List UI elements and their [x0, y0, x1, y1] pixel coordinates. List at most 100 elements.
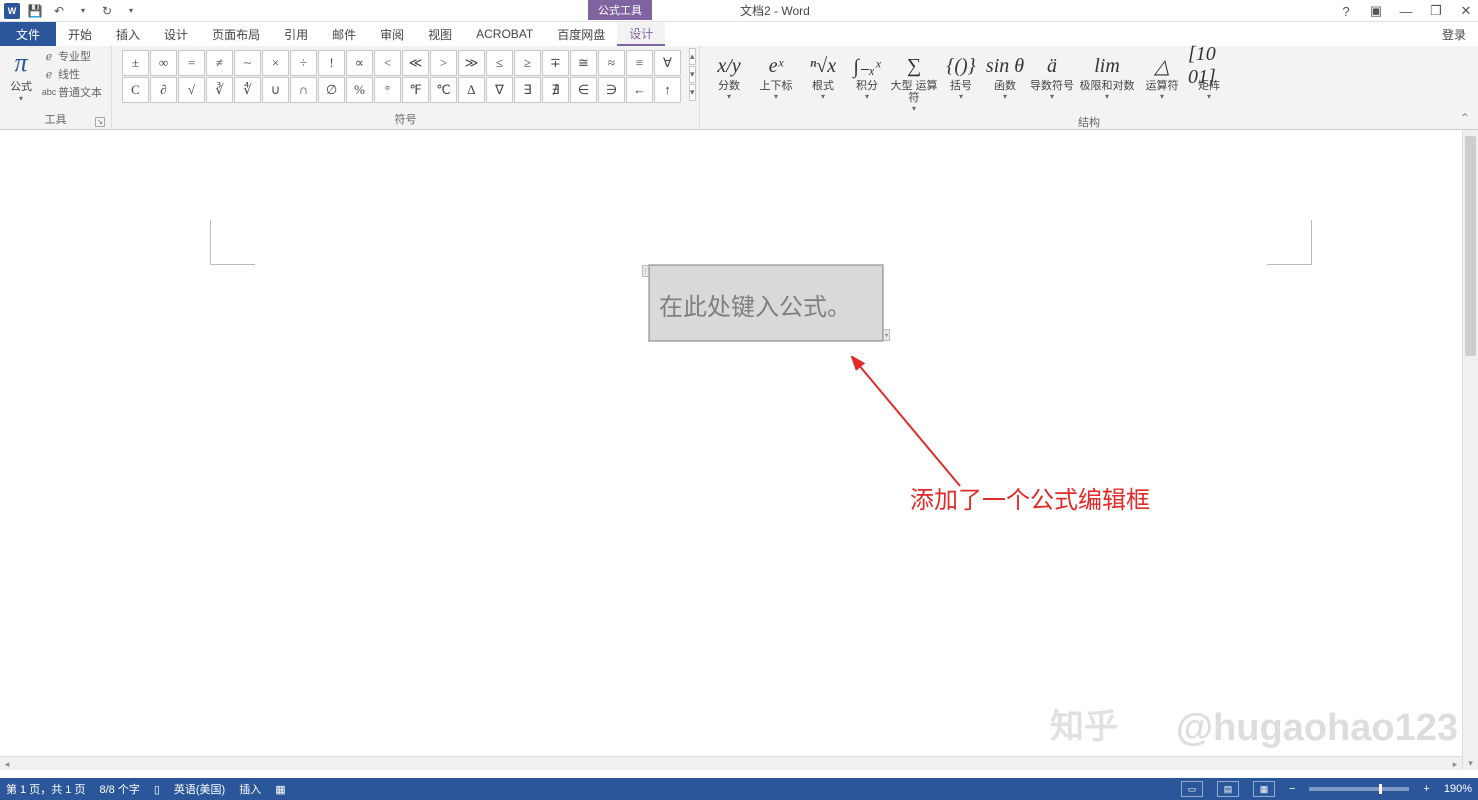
symbol-cell[interactable]: C: [122, 77, 149, 103]
symbol-cell[interactable]: ↑: [654, 77, 681, 103]
structure-导数符号[interactable]: ä导数符号▾: [1028, 50, 1076, 113]
structure-矩阵[interactable]: [10 01]矩阵▾: [1188, 50, 1230, 113]
equation-handle-left[interactable]: ⋮: [642, 265, 649, 277]
symbol-cell[interactable]: ≪: [402, 50, 429, 76]
scroll-down-icon[interactable]: ▾: [1463, 756, 1478, 770]
structure-极限和对数[interactable]: lim极限和对数▾: [1078, 50, 1136, 113]
symbol-cell[interactable]: ∩: [290, 77, 317, 103]
view-web-layout[interactable]: ▦: [1253, 781, 1275, 797]
structure-上下标[interactable]: eˣ上下标▾: [752, 50, 800, 113]
symbol-scroll-down[interactable]: ▾: [689, 66, 696, 83]
equation-editor-box[interactable]: ⋮ ▾ 在此处键入公式。: [648, 264, 884, 342]
symbol-cell[interactable]: ≥: [514, 50, 541, 76]
tab-acrobat[interactable]: ACROBAT: [464, 22, 545, 46]
scroll-thumb[interactable]: [1465, 136, 1476, 356]
symbol-cell[interactable]: ∂: [150, 77, 177, 103]
close-button[interactable]: ✕: [1456, 1, 1476, 21]
zoom-out-button[interactable]: −: [1289, 783, 1295, 795]
symbol-cell[interactable]: ×: [262, 50, 289, 76]
restore-button[interactable]: ❐: [1426, 1, 1446, 21]
help-icon[interactable]: ?: [1336, 1, 1356, 21]
symbol-cell[interactable]: √: [178, 77, 205, 103]
symbol-cell[interactable]: ≈: [598, 50, 625, 76]
symbol-cell[interactable]: ∞: [150, 50, 177, 76]
symbol-cell[interactable]: ∀: [654, 50, 681, 76]
vertical-scrollbar[interactable]: ▴ ▾: [1462, 130, 1478, 770]
qat-customize-icon[interactable]: ▾: [122, 2, 140, 20]
login-link[interactable]: 登录: [1434, 22, 1478, 46]
zoom-slider[interactable]: [1309, 787, 1409, 791]
tab-insert[interactable]: 插入: [104, 22, 152, 46]
status-macro-icon[interactable]: ▦: [275, 783, 285, 796]
redo-icon[interactable]: ↻: [98, 2, 116, 20]
symbol-cell[interactable]: ≫: [458, 50, 485, 76]
symbol-cell[interactable]: ≠: [206, 50, 233, 76]
symbol-cell[interactable]: °: [374, 77, 401, 103]
status-insert-mode[interactable]: 插入: [239, 781, 261, 797]
symbol-cell[interactable]: ∜: [234, 77, 261, 103]
save-icon[interactable]: 💾: [26, 2, 44, 20]
symbol-cell[interactable]: ∄: [542, 77, 569, 103]
symbol-cell[interactable]: ±: [122, 50, 149, 76]
tab-view[interactable]: 视图: [416, 22, 464, 46]
structure-积分[interactable]: ∫₋ₓˣ积分▾: [846, 50, 888, 113]
normal-text-button[interactable]: abc普通文本: [42, 84, 102, 100]
structure-运算符[interactable]: △运算符▾: [1138, 50, 1186, 113]
symbol-cell[interactable]: ∋: [598, 77, 625, 103]
tab-review[interactable]: 审阅: [368, 22, 416, 46]
status-language[interactable]: 英语(美国): [174, 781, 225, 797]
symbol-cell[interactable]: >: [430, 50, 457, 76]
structure-大型运算符[interactable]: ∑大型 运算符▾: [890, 50, 938, 113]
structure-函数[interactable]: sin θ函数▾: [984, 50, 1026, 113]
equation-button[interactable]: π 公式 ▾: [4, 48, 38, 103]
symbol-cell[interactable]: ℃: [430, 77, 457, 103]
symbol-cell[interactable]: ←: [626, 77, 653, 103]
tab-equation-design[interactable]: 设计: [617, 22, 665, 46]
undo-dropdown-icon[interactable]: ▾: [74, 2, 92, 20]
symbol-cell[interactable]: ∛: [206, 77, 233, 103]
symbol-cell[interactable]: =: [178, 50, 205, 76]
symbol-cell[interactable]: ≤: [486, 50, 513, 76]
status-proofing-icon[interactable]: ▯: [154, 783, 160, 796]
horizontal-scrollbar[interactable]: ◂ ▸: [0, 756, 1462, 770]
symbol-cell[interactable]: ∇: [486, 77, 513, 103]
symbol-cell[interactable]: ∃: [514, 77, 541, 103]
zoom-level[interactable]: 190%: [1444, 783, 1472, 795]
equation-dropdown-handle[interactable]: ▾: [883, 329, 890, 341]
zoom-in-button[interactable]: +: [1423, 783, 1429, 795]
symbol-cell[interactable]: ÷: [290, 50, 317, 76]
structure-根式[interactable]: ⁿ√x根式▾: [802, 50, 844, 113]
hscroll-left-icon[interactable]: ◂: [0, 757, 14, 771]
symbol-cell[interactable]: ∅: [318, 77, 345, 103]
symbol-cell[interactable]: ∪: [262, 77, 289, 103]
symbol-cell[interactable]: ∝: [346, 50, 373, 76]
minimize-button[interactable]: —: [1396, 1, 1416, 21]
symbol-cell[interactable]: ∓: [542, 50, 569, 76]
tools-launcher[interactable]: ↘: [95, 117, 105, 127]
symbol-cell[interactable]: ∈: [570, 77, 597, 103]
symbol-scroll-up[interactable]: ▴: [689, 48, 696, 65]
collapse-ribbon-icon[interactable]: ⌃: [1460, 111, 1470, 125]
tab-baidu[interactable]: 百度网盘: [545, 22, 617, 46]
symbol-cell[interactable]: ℉: [402, 77, 429, 103]
tab-references[interactable]: 引用: [272, 22, 320, 46]
undo-icon[interactable]: ↶: [50, 2, 68, 20]
symbol-cell[interactable]: ∆: [458, 77, 485, 103]
structure-括号[interactable]: {()}括号▾: [940, 50, 982, 113]
status-page[interactable]: 第 1 页，共 1 页: [6, 781, 85, 797]
linear-format-button[interactable]: ℯ线性: [42, 66, 102, 82]
professional-format-button[interactable]: ℯ专业型: [42, 48, 102, 64]
symbol-more[interactable]: ▾: [689, 84, 696, 101]
symbol-cell[interactable]: !: [318, 50, 345, 76]
symbol-cell[interactable]: ≡: [626, 50, 653, 76]
symbol-cell[interactable]: ≅: [570, 50, 597, 76]
symbol-gallery[interactable]: ±∞=≠~×÷!∝<≪>≫≤≥∓≅≈≡∀C∂√∛∜∪∩∅%°℉℃∆∇∃∄∈∋←↑: [116, 48, 687, 103]
tab-design[interactable]: 设计: [152, 22, 200, 46]
symbol-cell[interactable]: %: [346, 77, 373, 103]
tab-page-layout[interactable]: 页面布局: [200, 22, 272, 46]
tab-file[interactable]: 文件: [0, 22, 56, 46]
tab-mailings[interactable]: 邮件: [320, 22, 368, 46]
zoom-slider-thumb[interactable]: [1379, 784, 1382, 794]
symbol-cell[interactable]: <: [374, 50, 401, 76]
tab-home[interactable]: 开始: [56, 22, 104, 46]
